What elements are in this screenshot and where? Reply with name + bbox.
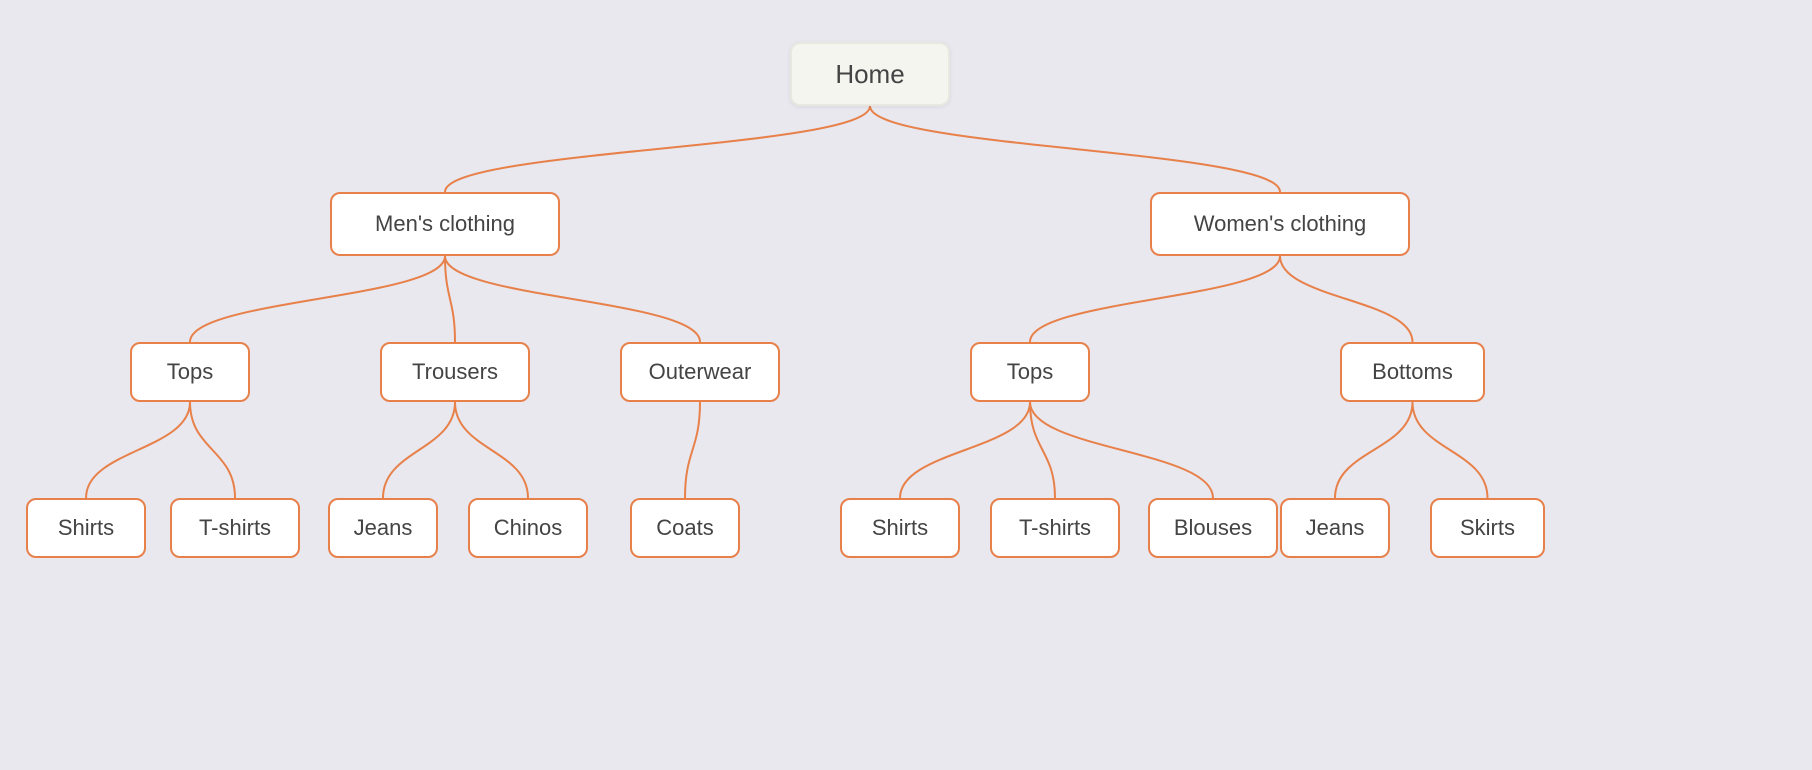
tree-diagram: Home Men's clothing Women's clothing Tops Tr… xyxy=(0,0,1812,770)
node-chinos: Chinos xyxy=(468,498,588,558)
node-mens_outerwear: Outerwear xyxy=(620,342,780,402)
node-home: Home xyxy=(790,42,950,106)
node-skirts: Skirts xyxy=(1430,498,1545,558)
node-mens_trousers: Trousers xyxy=(380,342,530,402)
node-coats: Coats xyxy=(630,498,740,558)
node-womens_bottoms: Bottoms xyxy=(1340,342,1485,402)
node-blouses: Blouses xyxy=(1148,498,1278,558)
connection-lines xyxy=(0,0,1812,770)
node-jeans_m: Jeans xyxy=(328,498,438,558)
node-shirts_w: Shirts xyxy=(840,498,960,558)
node-shirts_m: Shirts xyxy=(26,498,146,558)
node-mens_tops: Tops xyxy=(130,342,250,402)
node-tshirts_w: T-shirts xyxy=(990,498,1120,558)
node-jeans_w: Jeans xyxy=(1280,498,1390,558)
node-mens: Men's clothing xyxy=(330,192,560,256)
node-tshirts_m: T-shirts xyxy=(170,498,300,558)
node-womens: Women's clothing xyxy=(1150,192,1410,256)
node-womens_tops: Tops xyxy=(970,342,1090,402)
